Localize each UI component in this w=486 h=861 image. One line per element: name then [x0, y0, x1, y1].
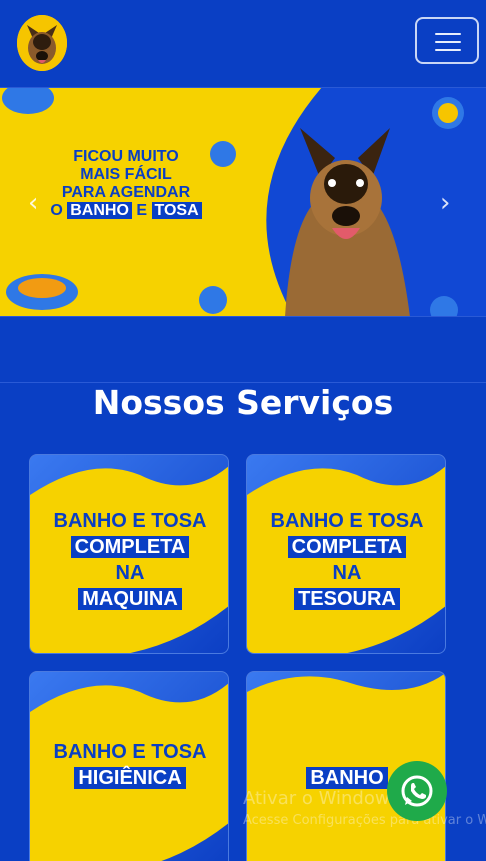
menu-toggle-button[interactable] [415, 17, 479, 64]
banner-line-1: FICOU MUITO [73, 148, 179, 165]
whatsapp-icon [401, 775, 433, 807]
banner-headline: FICOU MUITO MAIS FÁCIL PARA AGENDAR O BA… [36, 148, 216, 220]
banner-line-3: PARA AGENDAR [61, 184, 191, 201]
navbar [0, 0, 486, 88]
windows-activation-title: Ativar o Windows [243, 788, 399, 809]
banner-line-4: O BANHO E TOSA [36, 202, 216, 220]
card-text: BANHO E TOSA COMPLETA NA TESOURA [270, 510, 424, 610]
windows-activation-subtitle: Acesse Configurações para ativar o Windo… [243, 813, 486, 828]
services-title: Nossos Serviços [92, 383, 394, 422]
chevron-right-icon: › [440, 188, 451, 218]
carousel-prev-button[interactable]: ‹ [28, 188, 38, 218]
service-card-tesoura[interactable]: BANHO E TOSA COMPLETA NA TESOURA [246, 454, 446, 654]
hero-carousel[interactable]: FICOU MUITO MAIS FÁCIL PARA AGENDAR O BA… [0, 88, 486, 317]
dog-logo[interactable] [17, 15, 67, 71]
card-text: BANHO E TOSA COMPLETA NA MAQUINA [53, 510, 207, 610]
service-card-maquina[interactable]: BANHO E TOSA COMPLETA NA MAQUINA [29, 454, 229, 654]
card-text: BANHO E TOSA HIGIÊNICA [53, 741, 207, 789]
carousel-next-button[interactable]: › [440, 188, 450, 218]
banner-line-2: MAIS FÁCIL [80, 166, 172, 183]
service-card-higienica[interactable]: BANHO E TOSA HIGIÊNICA [29, 671, 229, 861]
hamburger-icon [435, 33, 461, 35]
chevron-left-icon: ‹ [28, 188, 39, 218]
whatsapp-button[interactable] [387, 761, 447, 821]
